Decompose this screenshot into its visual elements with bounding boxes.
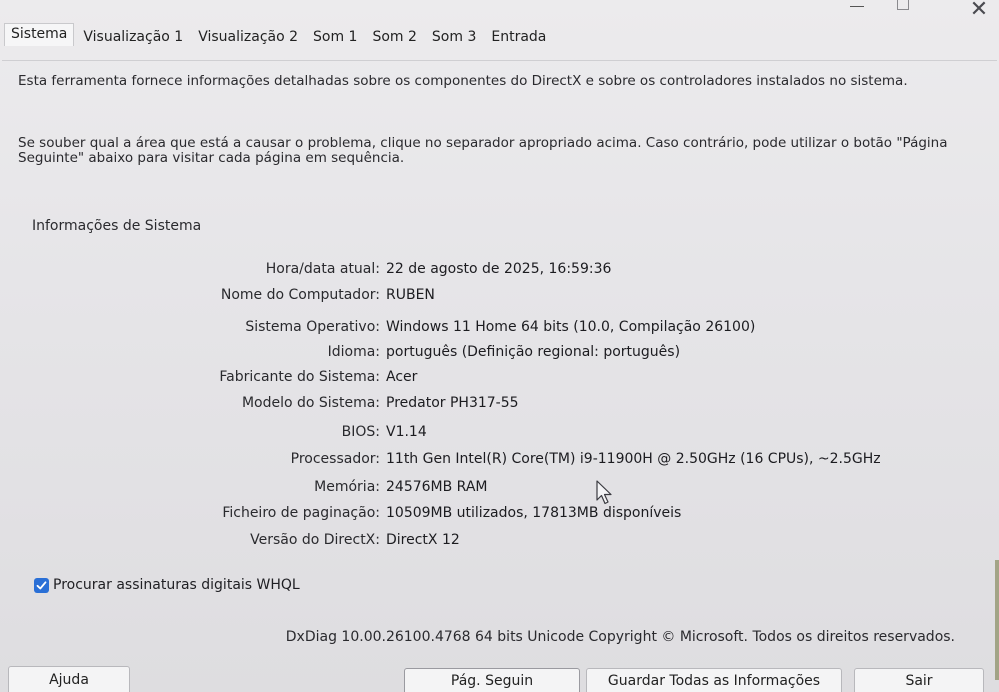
background-edge	[995, 560, 999, 680]
tab-som-1[interactable]: Som 1	[307, 26, 363, 49]
info-value: DirectX 12	[386, 532, 460, 548]
save-all-info-button[interactable]: Guardar Todas as Informações	[586, 668, 842, 692]
info-label: Fabricante do Sistema:	[219, 369, 380, 385]
help-button[interactable]: Ajuda	[8, 666, 130, 692]
system-tab-panel: Esta ferramenta fornece informações deta…	[2, 60, 997, 652]
tab-som-3[interactable]: Som 3	[426, 26, 482, 49]
tab-entrada[interactable]: Entrada	[485, 26, 552, 49]
info-row-memory: Memória: 24576MB RAM	[2, 479, 992, 499]
title-bar: ✕	[0, 0, 999, 22]
info-value: 22 de agosto de 2025, 16:59:36	[386, 261, 612, 277]
info-row-manufacturer: Fabricante do Sistema: Acer	[2, 369, 992, 389]
system-info-group-label: Informações de Sistema	[32, 218, 202, 234]
info-label: Modelo do Sistema:	[241, 395, 380, 411]
maximize-icon	[897, 0, 909, 10]
info-row-model: Modelo do Sistema: Predator PH317-55	[2, 395, 992, 415]
info-row-datetime: Hora/data atual: 22 de agosto de 2025, 1…	[2, 261, 992, 281]
intro-text: Esta ferramenta fornece informações deta…	[18, 73, 908, 89]
info-value: V1.14	[386, 424, 427, 440]
tab-visualizacao-2[interactable]: Visualização 2	[192, 26, 304, 49]
close-icon: ✕	[969, 0, 989, 22]
info-value: Acer	[386, 369, 418, 385]
tab-som-2[interactable]: Som 2	[366, 26, 422, 49]
exit-button[interactable]: Sair	[854, 668, 984, 692]
info-row-os: Sistema Operativo: Windows 11 Home 64 bi…	[2, 319, 992, 339]
info-row-page-file: Ficheiro de paginação: 10509MB utilizado…	[2, 505, 992, 525]
info-value: Predator PH317-55	[386, 395, 519, 411]
checkmark-icon	[36, 580, 47, 589]
bottom-button-bar: Ajuda Pág. Seguin Guardar Todas as Infor…	[0, 662, 999, 692]
info-label: Idioma:	[327, 344, 380, 360]
tab-sistema[interactable]: Sistema	[4, 23, 75, 46]
info-row-directx-version: Versão do DirectX: DirectX 12	[2, 532, 992, 552]
whql-checkbox-row[interactable]: Procurar assinaturas digitais WHQL	[34, 577, 300, 593]
copyright-text: DxDiag 10.00.26100.4768 64 bits Unicode …	[285, 629, 955, 645]
info-label: Memória:	[314, 479, 380, 495]
close-button[interactable]: ✕	[956, 0, 999, 22]
info-value: Windows 11 Home 64 bits (10.0, Compilaçã…	[386, 319, 756, 335]
tab-visualizacao-1[interactable]: Visualização 1	[77, 26, 189, 49]
mouse-cursor-icon	[596, 480, 612, 505]
info-value: 11th Gen Intel(R) Core(TM) i9-11900H @ 2…	[386, 451, 881, 467]
minimize-icon	[850, 5, 864, 7]
instructions-text: Se souber qual a área que está a causar …	[18, 135, 948, 166]
info-row-language: Idioma: português (Definição regional: p…	[2, 344, 992, 364]
info-value: 24576MB RAM	[386, 479, 488, 495]
whql-checkbox[interactable]	[34, 577, 49, 593]
maximize-button[interactable]	[880, 0, 926, 22]
info-row-processor: Processador: 11th Gen Intel(R) Core(TM) …	[2, 451, 992, 471]
dxdiag-window: ✕ Sistema Visualização 1 Visualização 2 …	[0, 0, 999, 692]
info-value: 10509MB utilizados, 17813MB disponíveis	[386, 505, 682, 521]
info-label: Hora/data atual:	[265, 261, 380, 277]
info-label: Versão do DirectX:	[250, 532, 380, 548]
info-row-computer-name: Nome do Computador: RUBEN	[2, 287, 992, 307]
info-label: BIOS:	[341, 424, 380, 440]
whql-checkbox-label: Procurar assinaturas digitais WHQL	[53, 577, 300, 593]
info-label: Ficheiro de paginação:	[222, 505, 380, 521]
info-label: Processador:	[290, 451, 380, 467]
info-value: RUBEN	[386, 287, 435, 303]
next-page-button[interactable]: Pág. Seguin	[404, 668, 580, 692]
info-label: Nome do Computador:	[220, 287, 380, 303]
info-label: Sistema Operativo:	[245, 319, 380, 335]
minimize-button[interactable]	[834, 0, 880, 22]
tab-strip: Sistema Visualização 1 Visualização 2 So…	[4, 23, 555, 49]
info-row-bios: BIOS: V1.14	[2, 424, 992, 444]
info-value: português (Definição regional: português…	[386, 344, 681, 360]
